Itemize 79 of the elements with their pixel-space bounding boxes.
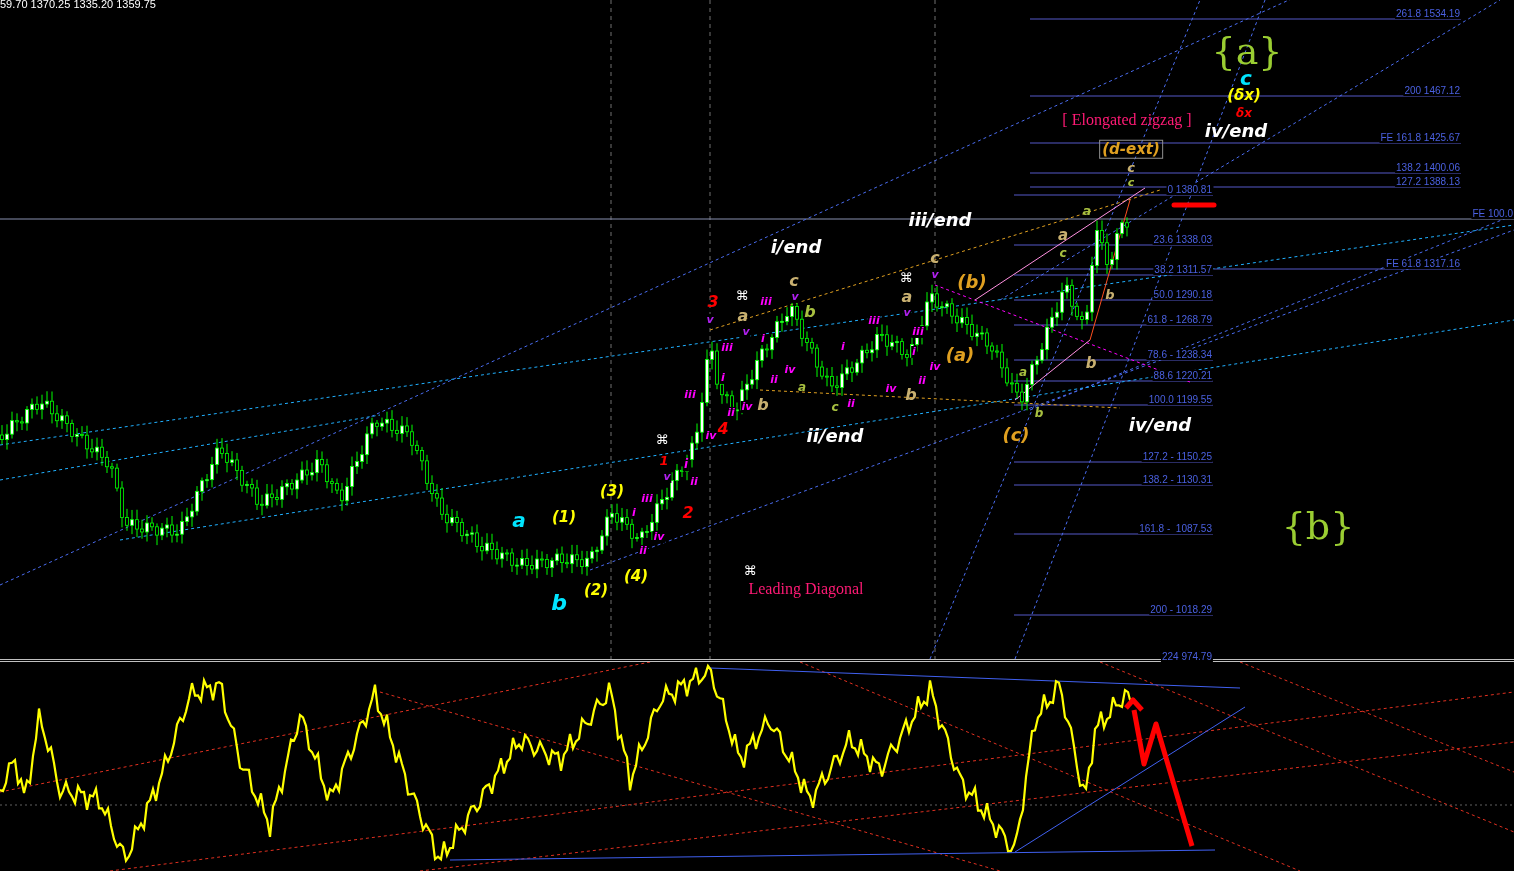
wave-label: iv	[652, 530, 666, 544]
wave-label: ii/end	[806, 426, 864, 446]
wave-label: δx	[1236, 107, 1252, 121]
fibonacci-level-label: 0 1380.81	[1166, 184, 1213, 195]
wave-label: a	[797, 381, 807, 395]
wave-label: 3	[707, 293, 719, 311]
fibonacci-level-label: 100.0 1199.55	[1147, 394, 1213, 405]
wave-label: iii	[911, 325, 925, 339]
wave-label: iii/end	[908, 210, 972, 230]
fibonacci-level-label: 127.2 1388.13	[1395, 176, 1461, 187]
wave-label: 1	[659, 453, 669, 469]
fibonacci-level-label: 88.6 1220.21	[1152, 370, 1213, 381]
fibonacci-level-label: 224 974.79	[1160, 651, 1213, 662]
annotation-text: [ Elongated zigzag ]	[1062, 111, 1192, 129]
fibonacci-level-label: 261.8 1534.19	[1395, 8, 1461, 19]
fibonacci-level-label: FE 61.8 1317.16	[1385, 258, 1461, 269]
ohlc-values: 59.70 1370.25 1335.20 1359.75	[0, 0, 156, 10]
wave-label: b	[551, 590, 567, 616]
wave-label: (c)	[1002, 425, 1030, 445]
wave-label: c	[789, 272, 799, 290]
fibonacci-level-label: 127.2 - 1150.25	[1141, 451, 1213, 462]
wave-label: 2	[682, 504, 694, 522]
wave-label: i	[631, 506, 637, 520]
symbol-glyph: ⌘	[735, 288, 749, 304]
wave-label: i/end	[770, 237, 822, 257]
wave-label: (b)	[957, 272, 987, 292]
fibonacci-level-label: FE 161.8 1425.67	[1379, 132, 1461, 143]
fibonacci-level-label: FE 100.0	[1471, 208, 1514, 219]
wave-label: v	[705, 313, 715, 327]
wave-label: c	[1127, 160, 1135, 176]
annotation-text: Leading Diagonal	[748, 580, 864, 598]
fibonacci-level-label: 78.6 - 1238.34	[1146, 349, 1213, 360]
wave-label: (3)	[599, 482, 625, 500]
wave-label: a	[512, 509, 526, 531]
wave-label: c	[831, 401, 839, 415]
symbol-glyph: ⌘	[899, 270, 913, 286]
wave-label: (δx)	[1227, 86, 1261, 104]
wave-label: iv	[740, 400, 754, 414]
wave-label: b	[1034, 407, 1044, 421]
wave-label: iv	[928, 360, 942, 374]
wave-label: (4)	[623, 567, 649, 585]
symbol-glyph: ⌘	[655, 432, 669, 448]
wave-label: a	[1082, 203, 1092, 219]
wave-label: iii	[867, 314, 881, 328]
wave-label: ii	[726, 406, 736, 420]
wave-label: v	[662, 470, 672, 484]
wave-label: 4	[717, 420, 729, 438]
degree-label: {b}	[1281, 506, 1355, 548]
wave-label: b	[757, 396, 769, 414]
wave-label: iv/end	[1128, 415, 1192, 435]
wave-label: c	[930, 249, 940, 267]
fibonacci-level-label: 138.2 1400.06	[1395, 162, 1461, 173]
wave-label: b	[804, 303, 816, 321]
wave-label: i	[760, 332, 766, 346]
wave-label: i	[720, 371, 726, 385]
wave-label: a	[1018, 366, 1028, 380]
symbol-glyph: ⌘	[743, 563, 757, 579]
wave-label: c	[1127, 176, 1135, 190]
wave-label: a	[1057, 226, 1069, 244]
fibonacci-level-label: 200 1467.12	[1403, 85, 1461, 96]
wave-label: b	[1105, 287, 1115, 303]
fibonacci-level-label: 38.2 1311.57	[1153, 264, 1213, 275]
wave-label: a	[737, 307, 749, 325]
fibonacci-level-label: 50.0 1290.18	[1152, 289, 1213, 300]
fibonacci-level-label: 161.8 - 1087.53	[1138, 523, 1213, 534]
wave-label: iv	[704, 429, 718, 443]
wave-label: (a)	[945, 345, 975, 365]
fibonacci-level-label: 138.2 - 1130.31	[1141, 474, 1213, 485]
fibonacci-level-label: 200 - 1018.29	[1149, 604, 1213, 615]
wave-label: (1)	[551, 508, 577, 526]
fibonacci-level-label: 61.8 - 1268.79	[1146, 314, 1213, 325]
wave-label: b	[905, 386, 917, 404]
fibonacci-level-label: 23.6 1338.03	[1152, 234, 1213, 245]
wave-label: iv/end	[1204, 121, 1268, 141]
wave-label: c	[1059, 247, 1067, 261]
wave-label: i	[911, 345, 917, 359]
wave-label: b	[1085, 354, 1097, 372]
wave-label: a	[901, 288, 913, 306]
wave-label: (2)	[583, 581, 609, 599]
